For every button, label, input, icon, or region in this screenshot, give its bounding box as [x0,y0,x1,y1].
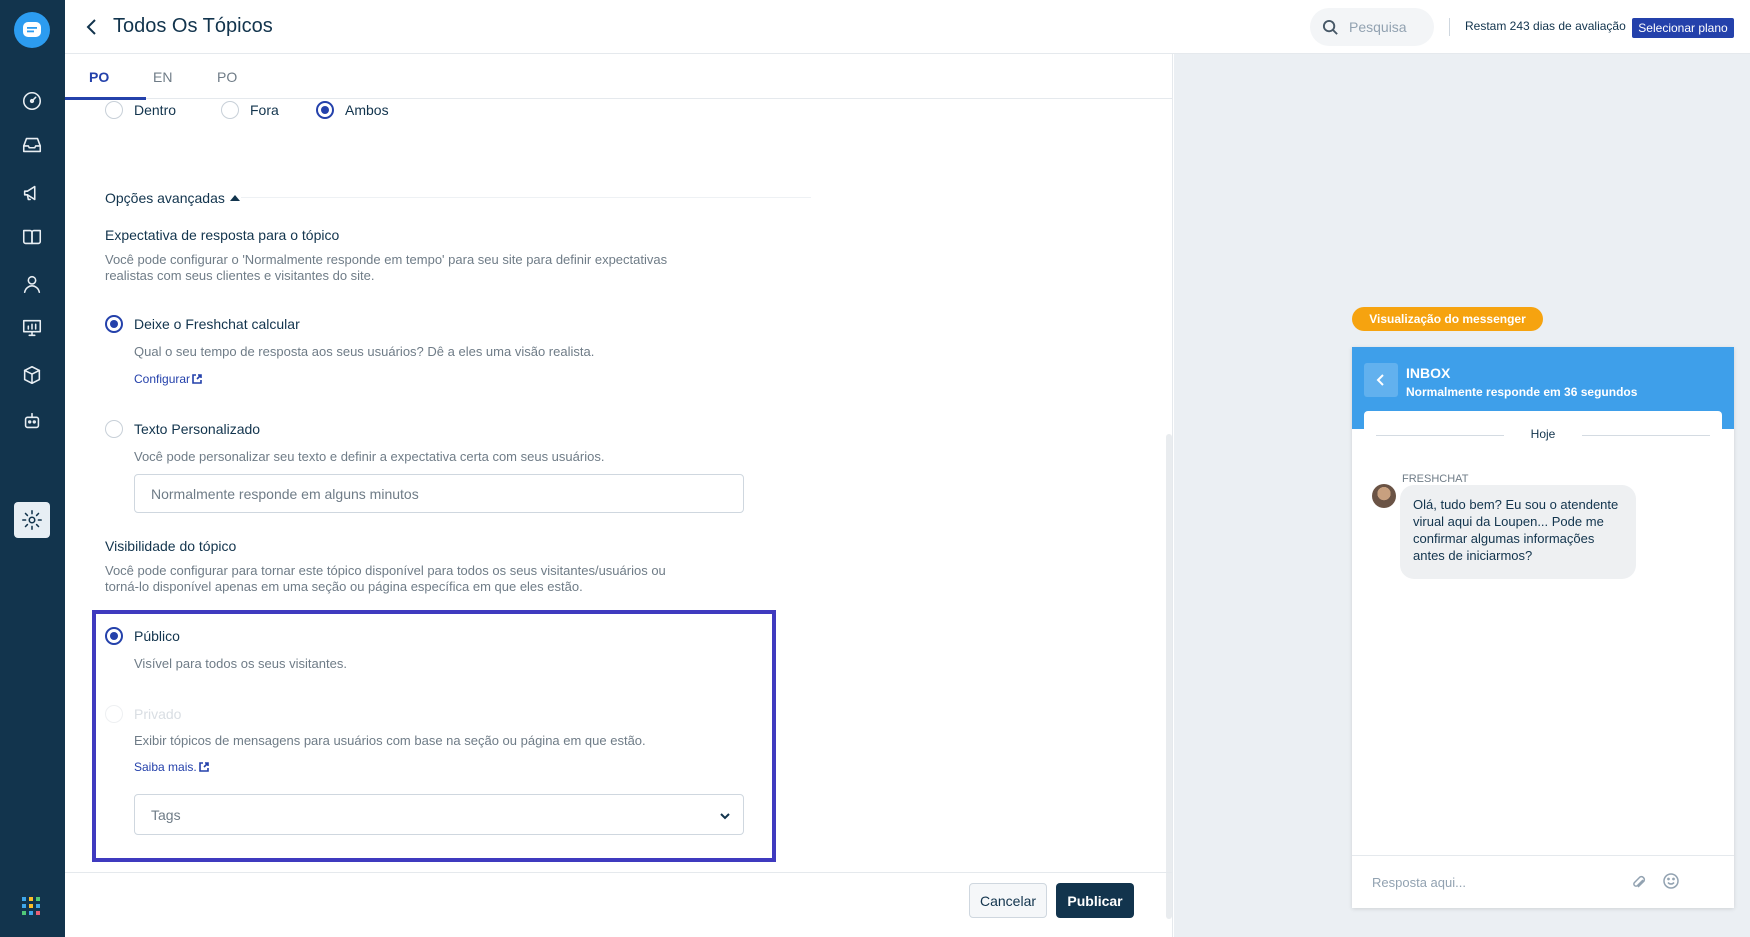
advanced-options-toggle[interactable]: Opções avançadas [105,190,240,206]
custom-text-desc: Você pode personalizar seu texto e defin… [134,449,605,464]
messenger-preview-badge: Visualização do messenger [1352,307,1543,331]
back-arrow-icon[interactable] [81,16,103,38]
footer-divider [65,872,1173,873]
visibility-desc-2: torná-lo disponível apenas em uma seção … [105,579,583,594]
message-bubble: Olá, tudo bem? Eu sou o atendente virual… [1400,485,1636,579]
reports-chart-icon[interactable] [14,310,50,346]
left-navigation [0,0,65,937]
day-label: Hoje [1530,427,1556,441]
search-placeholder: Pesquisa [1349,19,1407,35]
freshchat-logo-icon[interactable] [14,12,50,48]
main-scrollbar[interactable] [1166,434,1172,919]
agent-avatar [1372,484,1396,508]
custom-response-input[interactable]: Normalmente responde em alguns minutos [134,474,744,513]
integrations-box-icon[interactable] [14,357,50,393]
messenger-subtitle: Normalmente responde em 36 segundos [1406,385,1638,399]
visibility-title: Visibilidade do tópico [105,538,237,554]
messenger-conversation: Hoje FRESHCHAT Olá, tudo bem? Eu sou o a… [1364,411,1722,847]
messenger-title: INBOX [1406,365,1451,381]
apps-grid-icon[interactable] [22,897,40,915]
messenger-widget: INBOX Normalmente responde em 36 segundo… [1352,347,1734,908]
attachment-paperclip-icon[interactable] [1630,873,1648,891]
page-title: Todos Os Tópicos [113,15,273,37]
radio-custom-text[interactable] [105,420,123,438]
knowledge-book-icon[interactable] [14,219,50,255]
reply-input[interactable]: Resposta aqui... [1372,875,1466,890]
radio-freshchat-calc-label: Deixe o Freshchat calcular [134,316,300,332]
radio-dentro[interactable] [105,101,123,119]
inbox-icon[interactable] [14,127,50,163]
active-tab-indicator [65,97,146,100]
freshchat-calc-desc: Qual o seu tempo de resposta aos seus us… [134,344,595,359]
custom-response-placeholder: Normalmente responde em alguns minutos [151,485,419,502]
external-link-icon [192,374,202,384]
radio-fora-label: Fora [250,102,279,118]
header-divider [1449,18,1450,36]
radio-dentro-label: Dentro [134,102,177,118]
configure-link[interactable]: Configurar [134,372,202,386]
publish-button[interactable]: Publicar [1056,883,1134,918]
radio-ambos-label: Ambos [345,102,389,118]
campaigns-megaphone-icon[interactable] [14,175,50,211]
tab-en[interactable]: EN [153,69,172,85]
message-sender: FRESHCHAT [1402,473,1469,485]
caret-up-icon [229,195,240,201]
tab-po-primary[interactable]: PO [89,69,109,85]
visibility-highlight-box [92,610,776,862]
search-icon [1322,19,1338,35]
cancel-button[interactable]: Cancelar [969,883,1047,918]
advanced-divider [241,197,811,198]
bot-icon[interactable] [14,403,50,439]
response-expectation-title: Expectativa de resposta para o tópico [105,227,340,243]
response-expectation-desc-1: Você pode configurar o 'Normalmente resp… [105,252,668,267]
radio-fora[interactable] [221,101,239,119]
settings-gear-icon[interactable] [14,502,50,538]
trial-days-text: Restam 243 dias de avaliação [1465,19,1626,33]
configure-link-label: Configurar [134,372,191,386]
contacts-user-icon[interactable] [14,266,50,302]
dashboard-icon[interactable] [14,83,50,119]
radio-freshchat-calc[interactable] [105,315,123,333]
messenger-back-icon[interactable] [1364,363,1398,397]
radio-custom-text-label: Texto Personalizado [134,421,261,437]
emoji-smiley-icon[interactable] [1662,872,1680,890]
advanced-options-label: Opções avançadas [105,190,225,206]
top-header: Todos Os Tópicos Pesquisa Restam 243 dia… [65,0,1750,54]
search-input[interactable]: Pesquisa [1310,8,1434,46]
language-tabs: PO EN PO [65,54,1173,100]
select-plan-button[interactable]: Selecionar plano [1632,18,1734,38]
radio-ambos[interactable] [316,101,334,119]
tab-po-secondary[interactable]: PO [217,69,237,85]
composer-divider [1352,855,1734,856]
response-expectation-desc-2: realistas com seus clientes e visitantes… [105,268,375,283]
visibility-desc-1: Você pode configurar para tornar este tó… [105,563,666,578]
